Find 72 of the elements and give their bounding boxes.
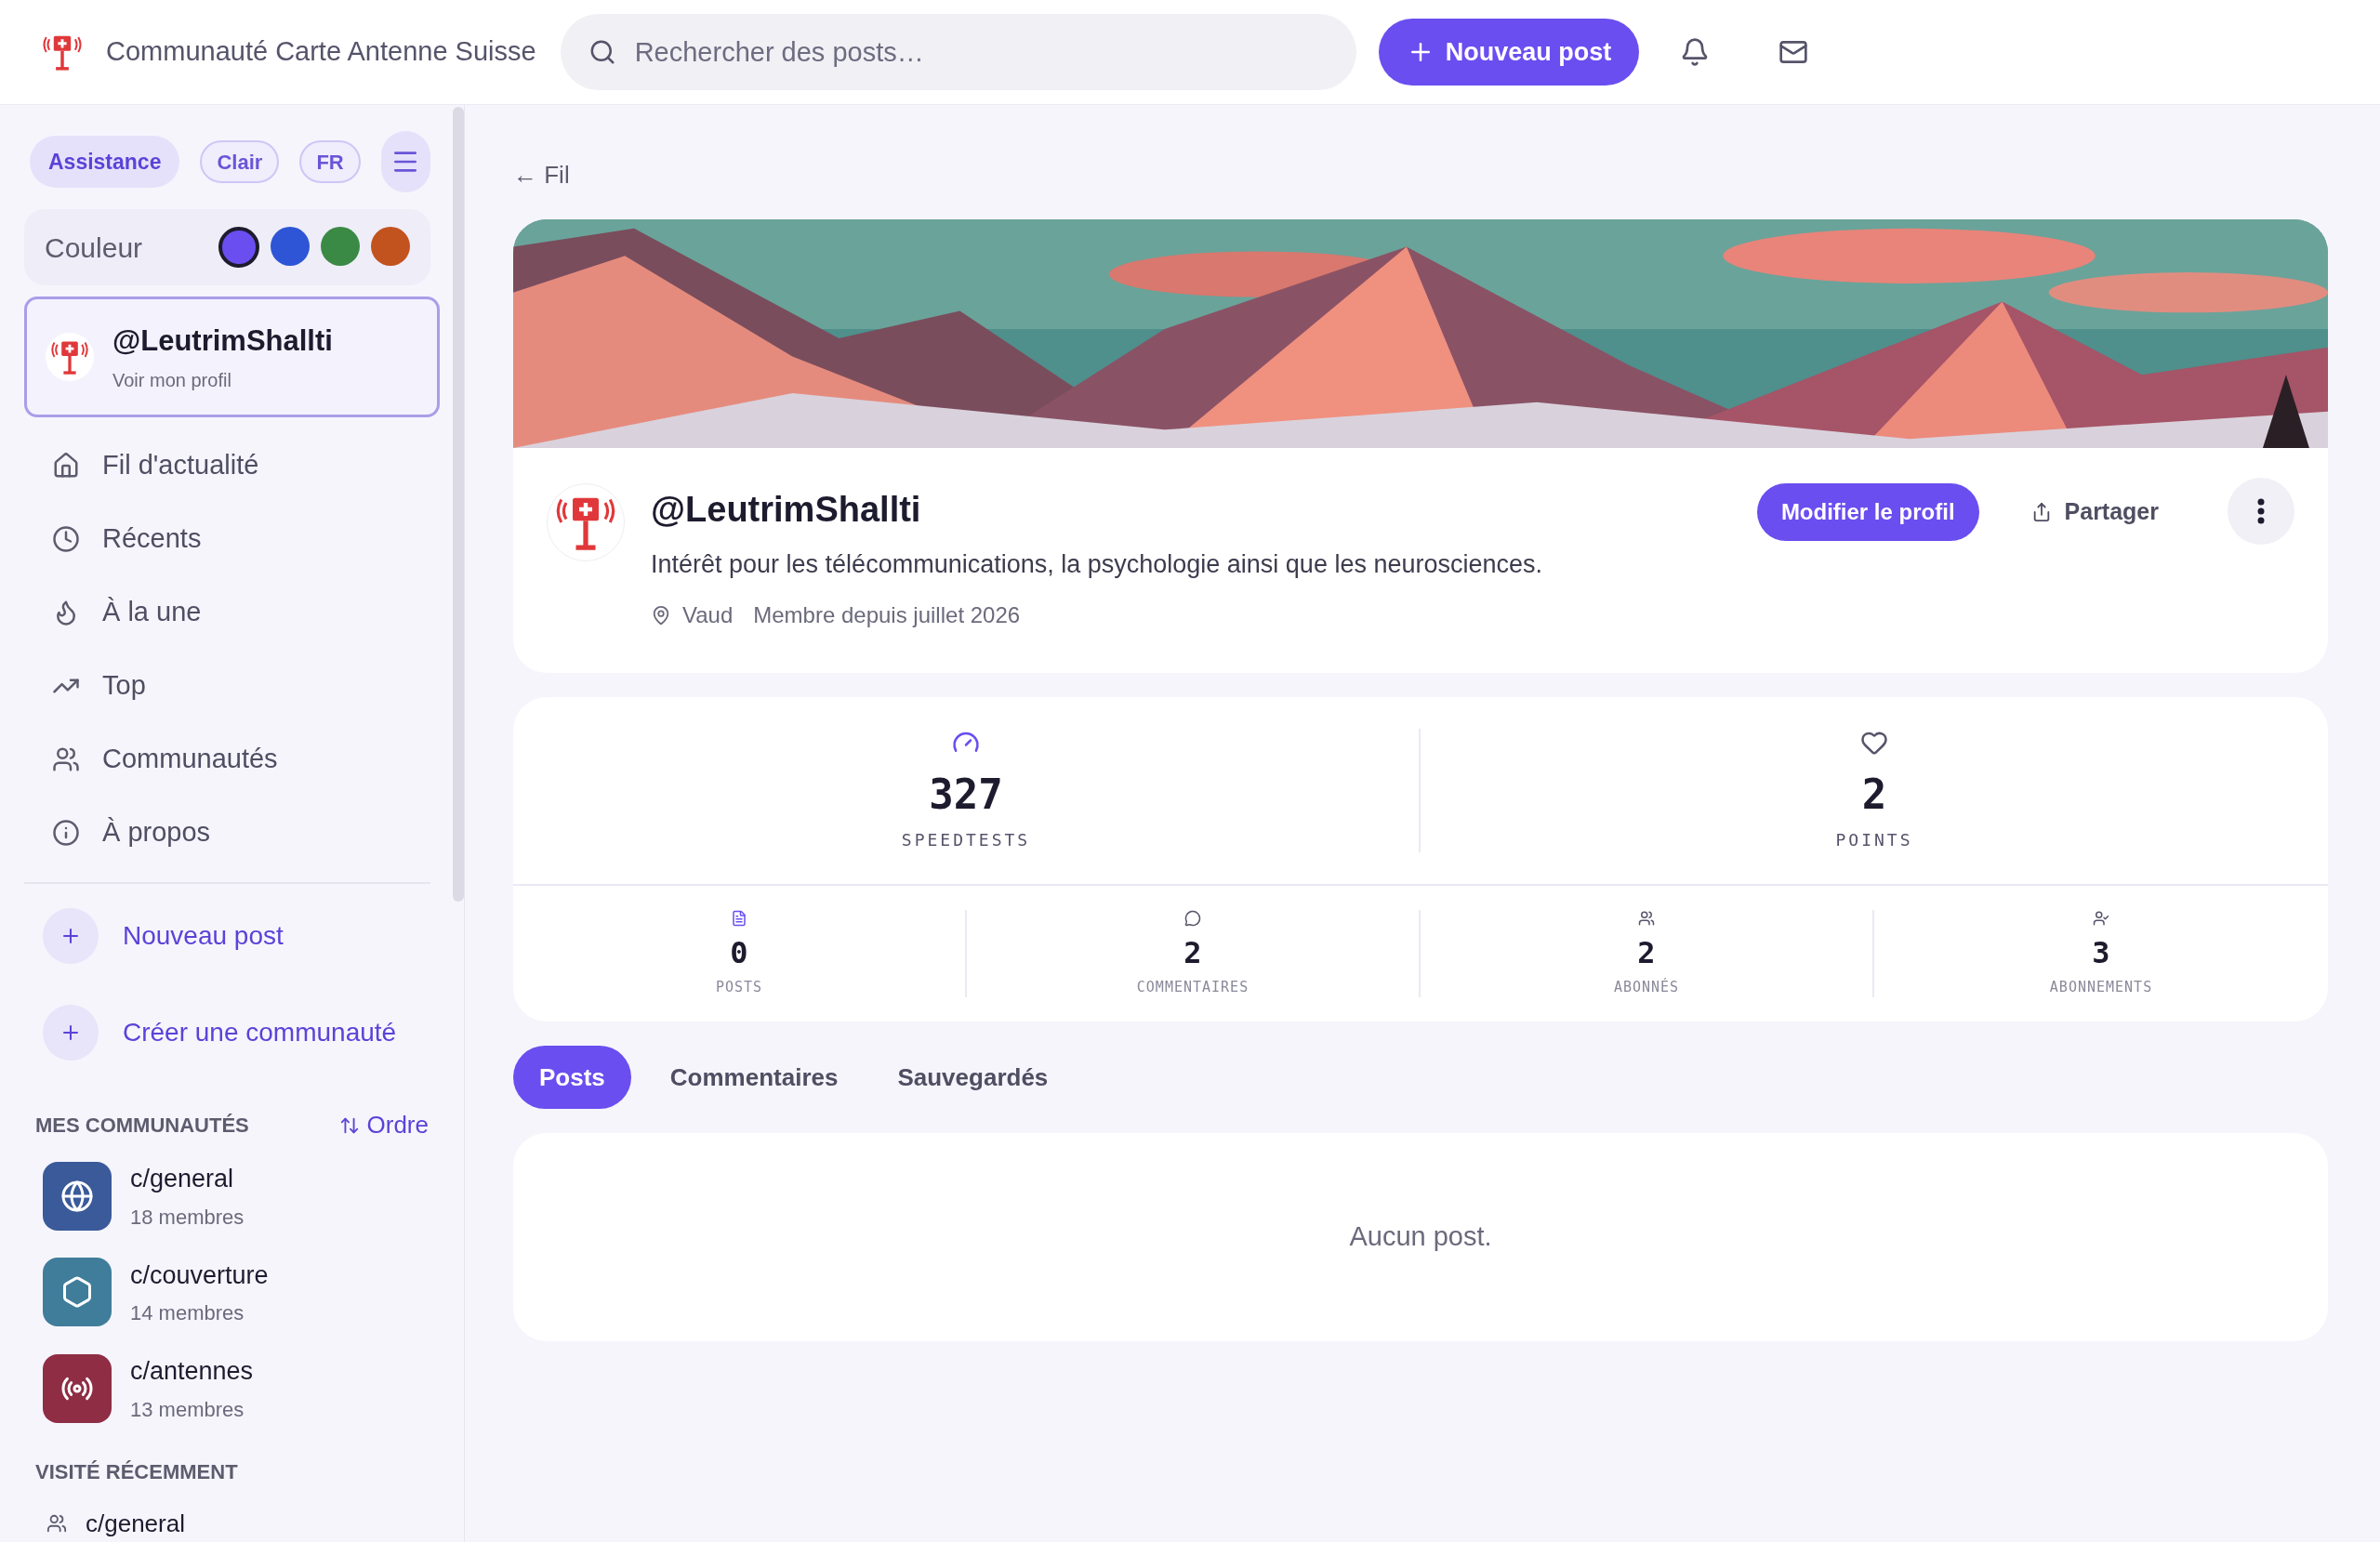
- community-item[interactable]: c/general 18 membres: [43, 1160, 440, 1232]
- color-swatch[interactable]: [218, 227, 259, 268]
- home-icon: [52, 451, 80, 480]
- hexagon-icon: [60, 1275, 94, 1310]
- chip[interactable]: FR: [299, 140, 361, 183]
- scrollbar[interactable]: [453, 107, 464, 902]
- color-swatch[interactable]: [271, 227, 310, 266]
- member-since: Membre depuis juillet 2026: [753, 600, 1021, 629]
- nav-item[interactable]: Communautés: [24, 722, 440, 796]
- stat-value: 2: [1183, 933, 1202, 972]
- globe-icon: [60, 1179, 94, 1213]
- nav-item[interactable]: À la une: [24, 575, 440, 649]
- action-link[interactable]: Nouveau post: [24, 908, 440, 964]
- user-check-icon: [2093, 909, 2109, 927]
- sort-button[interactable]: Ordre: [338, 1107, 429, 1143]
- profile-card[interactable]: @LeutrimShallti Voir mon profil: [24, 297, 440, 417]
- empty-message: Aucun post.: [1349, 1220, 1492, 1254]
- color-swatch[interactable]: [321, 227, 360, 266]
- community-name: c/couverture: [130, 1259, 269, 1291]
- stat-value: 0: [730, 933, 748, 972]
- profile-link[interactable]: Voir mon profil: [112, 366, 333, 395]
- username: @LeutrimShallti: [651, 489, 922, 531]
- color-label: Couleur: [45, 231, 143, 265]
- tab[interactable]: Posts: [513, 1046, 631, 1109]
- community-name: c/antennes: [130, 1356, 254, 1387]
- more-icon: [2257, 498, 2265, 524]
- nav-item[interactable]: Top: [24, 649, 440, 722]
- stat-label: ABONNEMENTS: [2049, 977, 2153, 997]
- back-link[interactable]: ← Fil: [513, 157, 2328, 193]
- member-count: 18 membres: [130, 1204, 245, 1231]
- users-icon: [1638, 909, 1655, 927]
- location: Vaud: [682, 600, 734, 629]
- member-count: 14 membres: [130, 1300, 245, 1326]
- bio: Intérêt pour les télécommunications, la psychologie ainsi que les neurosciences.: [651, 549, 1544, 580]
- username: @LeutrimShallti: [112, 323, 333, 359]
- search-field[interactable]: Rechercher des posts…: [560, 14, 1356, 90]
- stat-label: POSTS: [715, 977, 763, 997]
- stat-value: 2: [1861, 769, 1887, 820]
- stat-label: COMMENTAIRES: [1136, 977, 1250, 997]
- new-post-button[interactable]: Nouveau post: [1378, 19, 1640, 86]
- stat-value: 327: [929, 769, 1003, 820]
- document-icon: [731, 909, 747, 927]
- share-button[interactable]: Partager: [2016, 483, 2174, 541]
- nav-item[interactable]: Fil d'actualité: [24, 428, 440, 502]
- section-heading: VISITÉ RÉCEMMENT: [34, 1458, 239, 1485]
- stat-value: 2: [1637, 933, 1656, 972]
- nav-item[interactable]: À propos: [24, 796, 440, 869]
- clock-icon: [52, 524, 80, 553]
- community-item[interactable]: c/couverture 14 membres: [43, 1256, 440, 1328]
- nav-item[interactable]: Récents: [24, 502, 440, 575]
- color-swatch[interactable]: [371, 227, 410, 266]
- stat-label: POINTS: [1835, 828, 1913, 851]
- info-icon: [52, 818, 80, 847]
- recent-item[interactable]: c/general: [46, 1505, 440, 1542]
- community-name: c/general: [130, 1164, 235, 1194]
- chip[interactable]: Assistance: [30, 136, 180, 188]
- chip[interactable]: Clair: [200, 140, 280, 183]
- menu-button[interactable]: [380, 131, 430, 192]
- tab[interactable]: Commentaires: [649, 1046, 859, 1109]
- stat-label: ABONNÉS: [1613, 977, 1680, 997]
- edit-profile-button[interactable]: Modifier le profil: [1756, 483, 1979, 541]
- site-title: Communauté Carte Antenne Suisse: [106, 35, 536, 69]
- speech-bubble-icon: [1184, 909, 1201, 927]
- stat-label: SPEEDTESTS: [901, 828, 1031, 851]
- users-icon: [46, 1513, 67, 1534]
- section-heading: MES COMMUNAUTÉS: [35, 1113, 249, 1139]
- member-count: 13 membres: [130, 1396, 245, 1423]
- stat-value: 3: [2092, 933, 2110, 972]
- tab[interactable]: Sauvegardés: [877, 1046, 1069, 1109]
- location-pin-icon: [651, 604, 671, 626]
- action-link[interactable]: Créer une communauté: [24, 1005, 440, 1061]
- community-item[interactable]: c/antennes 13 membres: [43, 1352, 440, 1425]
